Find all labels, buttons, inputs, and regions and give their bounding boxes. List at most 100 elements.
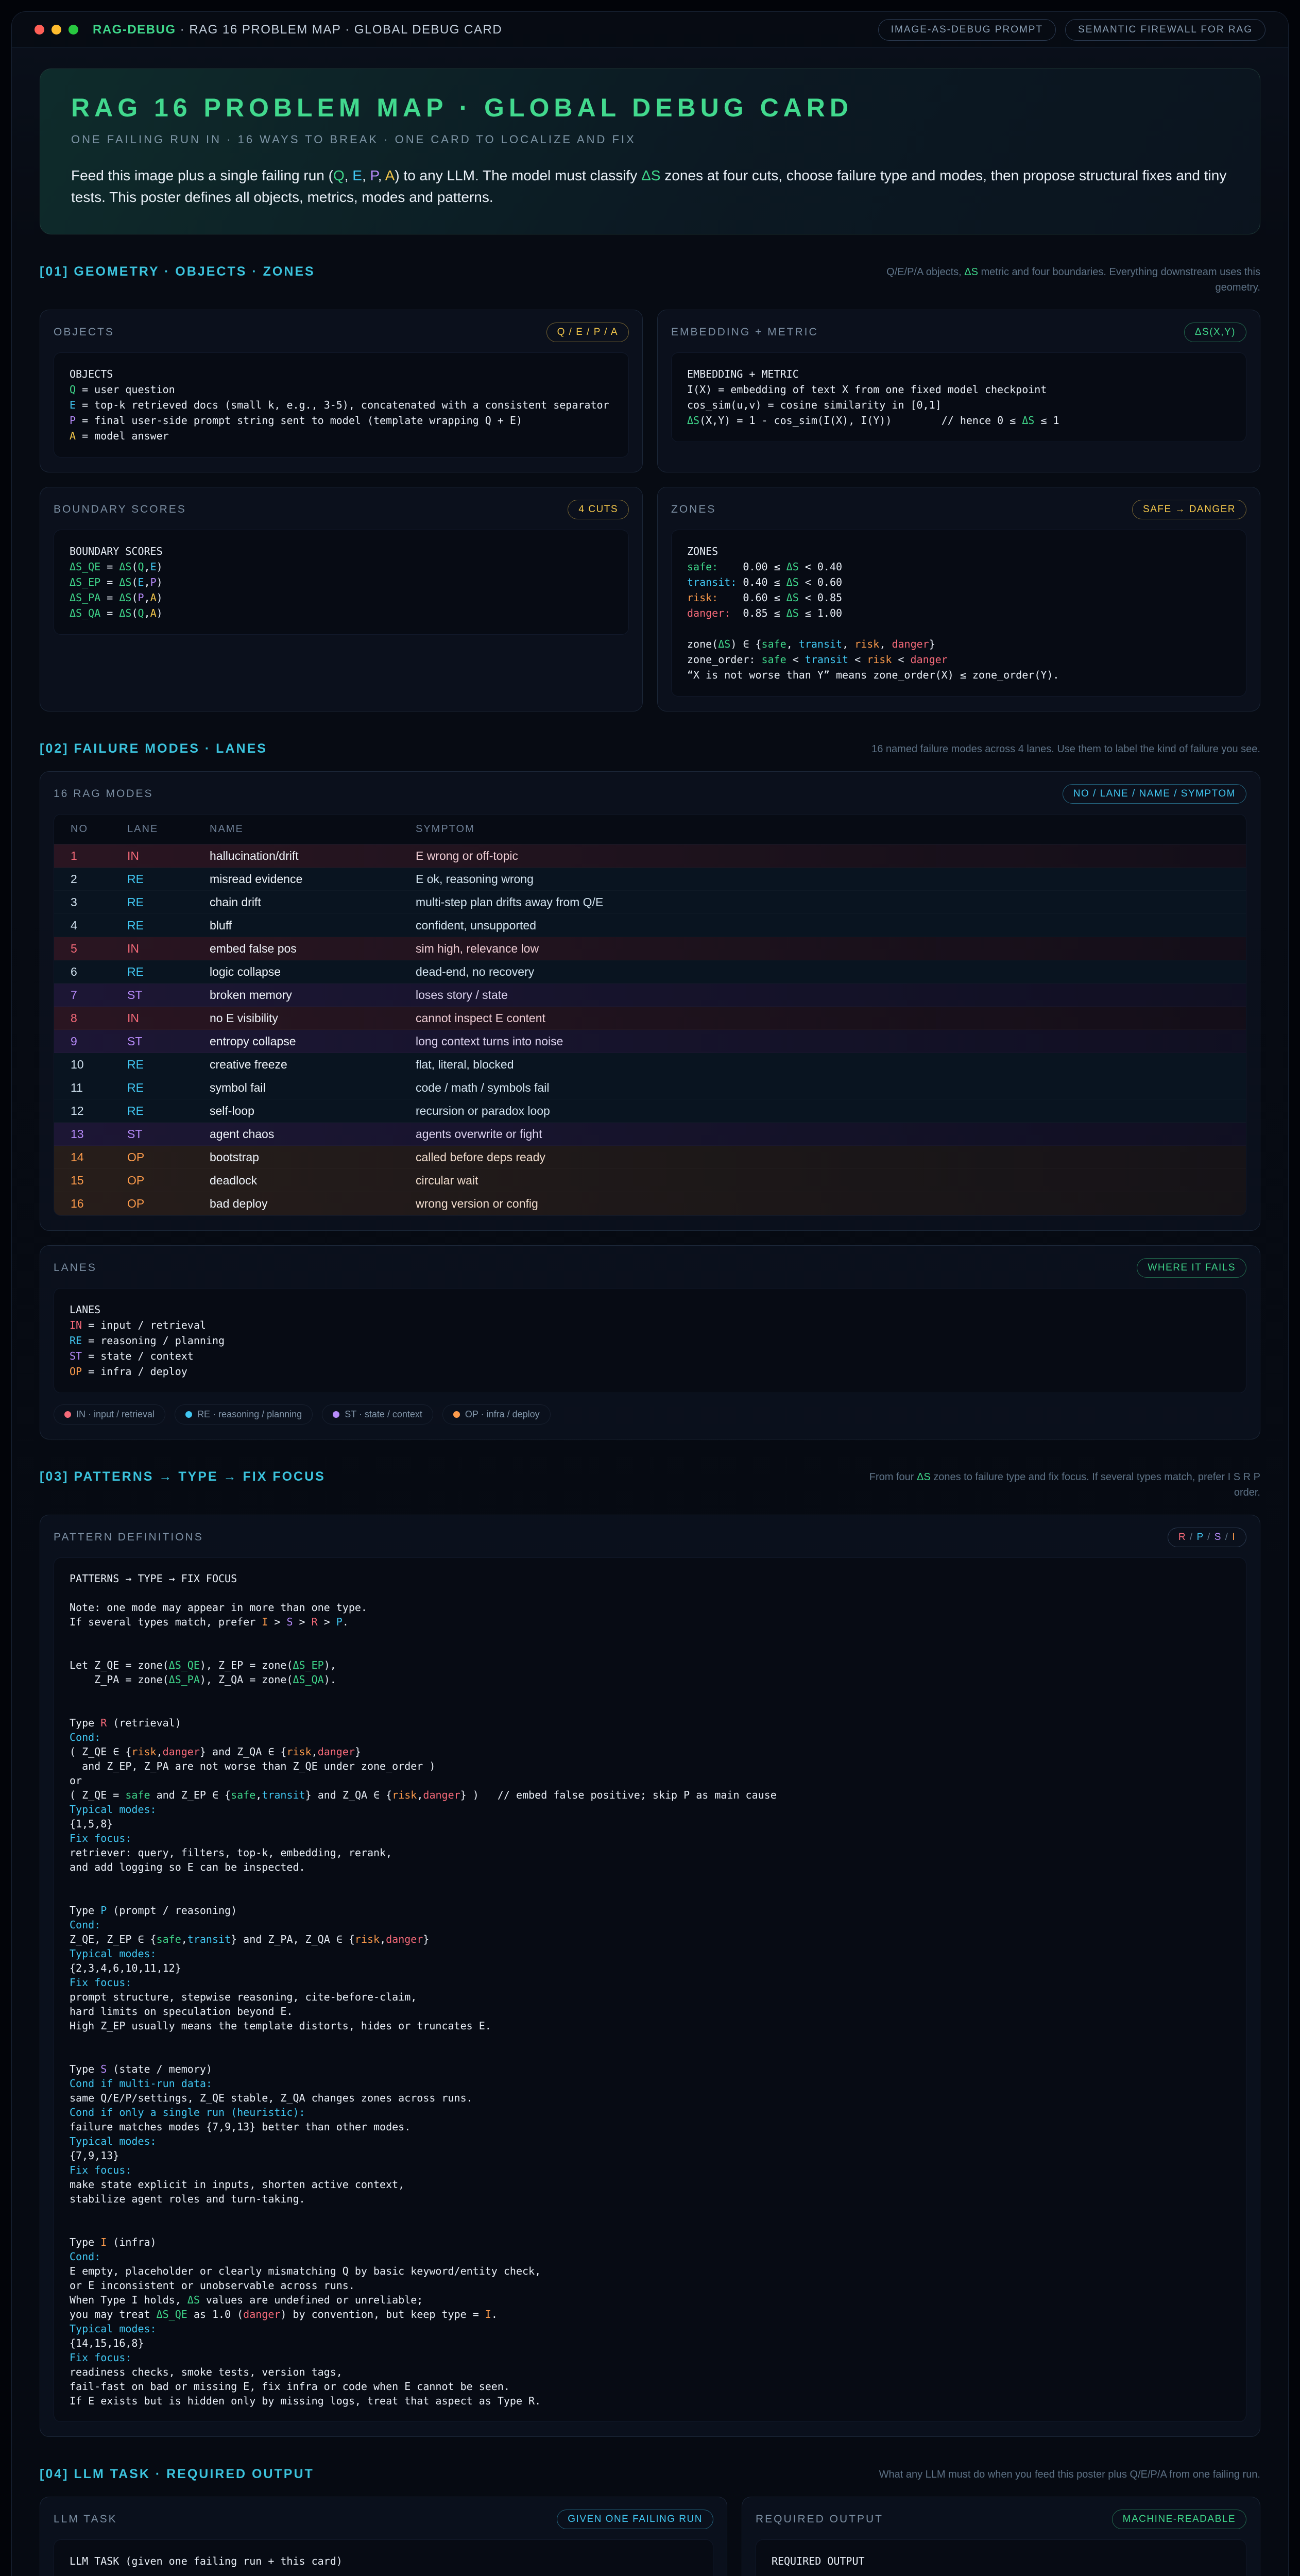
lanes-code-block: LANESIN = input / retrievalRE = reasonin…: [54, 1288, 1246, 1393]
table-row: 14OPbootstrapcalled before deps ready: [54, 1146, 1246, 1169]
code-line: retriever: query, filters, top-k, embedd…: [70, 1845, 1230, 1860]
cell-lane: IN: [127, 942, 210, 956]
cell-no: 5: [71, 942, 127, 956]
code-line: risk: 0.60 ≤ ΔS < 0.85: [687, 590, 1230, 605]
code-line: danger: 0.85 ≤ ΔS ≤ 1.00: [687, 605, 1230, 621]
code-line: [70, 1874, 1230, 1889]
lane-dot-icon: [185, 1411, 192, 1418]
page-title: RAG 16 PROBLEM MAP · GLOBAL DEBUG CARD: [71, 93, 1229, 123]
column-header-lane: LANE: [127, 823, 210, 835]
panel-patterns-badge: R / P / S / I: [1168, 1528, 1246, 1547]
cell-lane: RE: [127, 1081, 210, 1095]
cell-lane: RE: [127, 1058, 210, 1072]
panel-objects-badge: Q / E / P / A: [546, 323, 629, 342]
code-line: Let Z_QE = zone(ΔS_QE), Z_EP = zone(ΔS_E…: [70, 1658, 1230, 1672]
cell-no: 14: [71, 1150, 127, 1164]
code-line: transit: 0.40 ≤ ΔS < 0.60: [687, 574, 1230, 590]
code-line: A = model answer: [70, 428, 613, 444]
code-line: Fix focus:: [70, 2350, 1230, 2365]
modes-table-head: NOLANENAMESYMPTOM: [54, 815, 1246, 844]
cell-name: bad deploy: [210, 1197, 416, 1211]
code-line: ( Z_QE = safe and Z_EP ∈ {safe,transit} …: [70, 1788, 1230, 1802]
cell-name: logic collapse: [210, 965, 416, 979]
code-line: ΔS_QE = ΔS(Q,E): [70, 559, 613, 574]
cell-lane: RE: [127, 872, 210, 886]
cell-lane: OP: [127, 1150, 210, 1164]
code-line: fail-fast on bad or missing E, fix infra…: [70, 2379, 1230, 2394]
code-line: If E exists but is hidden only by missin…: [70, 2394, 1230, 2408]
section-04-note: What any LLM must do when you feed this …: [879, 2467, 1260, 2482]
table-row: 7STbroken memoryloses story / state: [54, 984, 1246, 1007]
code-line: ΔS_EP = ΔS(E,P): [70, 574, 613, 590]
code-line: EMBEDDING + METRIC: [687, 366, 1230, 382]
cell-name: self-loop: [210, 1104, 416, 1118]
cell-symptom: agents overwrite or fight: [416, 1127, 1229, 1141]
panel-llm-task: LLM TASK GIVEN ONE FAILING RUN LLM TASK …: [40, 2497, 727, 2576]
section-patterns: [03] PATTERNS → TYPE → FIX FOCUS From fo…: [40, 1469, 1260, 2437]
page-subtitle: ONE FAILING RUN IN · 16 WAYS TO BREAK · …: [71, 133, 1229, 146]
code-line: ΔS(X,Y) = 1 - cos_sim(I(X), I(Y)) // hen…: [687, 413, 1230, 428]
code-line: and Z_EP, Z_PA are not worse than Z_QE u…: [70, 1759, 1230, 1773]
code-line: I(X) = embedding of text X from one fixe…: [687, 382, 1230, 397]
cell-symptom: wrong version or config: [416, 1197, 1229, 1211]
table-row: 5INembed false possim high, relevance lo…: [54, 937, 1246, 960]
cell-no: 6: [71, 965, 127, 979]
panel-16-rag-modes: 16 RAG MODES NO / LANE / NAME / SYMPTOM …: [40, 771, 1260, 1231]
lane-legend-label: RE · reasoning / planning: [197, 1409, 302, 1420]
cell-symptom: long context turns into noise: [416, 1035, 1229, 1048]
zones-code-block: ZONESsafe: 0.00 ≤ ΔS < 0.40transit: 0.40…: [671, 530, 1246, 697]
code-line: Fix focus:: [70, 1975, 1230, 1990]
cell-no: 8: [71, 1011, 127, 1025]
traffic-light-minimize-icon[interactable]: [52, 25, 61, 35]
cell-name: hallucination/drift: [210, 849, 416, 863]
traffic-light-close-icon[interactable]: [35, 25, 44, 35]
panel-embedding-badge: ΔS(X,Y): [1184, 323, 1246, 342]
lane-dot-icon: [333, 1411, 339, 1418]
cell-no: 1: [71, 849, 127, 863]
traffic-light-zoom-icon[interactable]: [69, 25, 78, 35]
cell-no: 7: [71, 988, 127, 1002]
cell-no: 15: [71, 1174, 127, 1188]
table-row: 1INhallucination/driftE wrong or off-top…: [54, 844, 1246, 868]
code-line: LANES: [70, 1302, 1230, 1317]
cell-symptom: flat, literal, blocked: [416, 1058, 1229, 1072]
code-line: ΔS_PA = ΔS(P,A): [70, 590, 613, 605]
window-title-rest: · RAG 16 PROBLEM MAP · GLOBAL DEBUG CARD: [176, 23, 503, 37]
code-line: IN = input / retrieval: [70, 1317, 1230, 1333]
cell-symptom: E wrong or off-topic: [416, 849, 1229, 863]
code-line: zone_order: safe < transit < risk < dang…: [687, 652, 1230, 667]
badge-semantic-firewall: SEMANTIC FIREWALL FOR RAG: [1065, 19, 1265, 41]
code-line: Cond:: [70, 1730, 1230, 1744]
panel-llm-task-badge: GIVEN ONE FAILING RUN: [557, 2510, 713, 2529]
embedding-code-block: EMBEDDING + METRICI(X) = embedding of te…: [671, 352, 1246, 442]
code-line: [70, 2221, 1230, 2235]
panel-required-output: REQUIRED OUTPUT MACHINE-READABLE REQUIRE…: [742, 2497, 1260, 2576]
required-output-code-block: REQUIRED OUTPUT ΔS: ΔS_QE, ΔS_EP, ΔS_PA,…: [756, 2539, 1246, 2576]
titlebar: RAG-DEBUG · RAG 16 PROBLEM MAP · GLOBAL …: [12, 12, 1288, 48]
table-row: 15OPdeadlockcircular wait: [54, 1169, 1246, 1192]
code-line: ST = state / context: [70, 1348, 1230, 1364]
code-line: “X is not worse than Y” means zone_order…: [687, 667, 1230, 683]
cell-lane: IN: [127, 1011, 210, 1025]
table-row: 12REself-looprecursion or paradox loop: [54, 1099, 1246, 1123]
cell-name: chain drift: [210, 895, 416, 909]
code-line: [70, 1629, 1230, 1643]
code-line: OP = infra / deploy: [70, 1364, 1230, 1379]
code-line: Typical modes:: [70, 2321, 1230, 2336]
table-row: 2REmisread evidenceE ok, reasoning wrong: [54, 868, 1246, 891]
column-header-name: NAME: [210, 823, 416, 835]
section-01-note: Q/E/P/A objects, ΔS metric and four boun…: [859, 264, 1260, 295]
cell-lane: IN: [127, 849, 210, 863]
code-line: ( Z_QE ∈ {risk,danger} and Z_QA ∈ {risk,…: [70, 1744, 1230, 1759]
code-line: Z_PA = zone(ΔS_PA), Z_QA = zone(ΔS_QA).: [70, 1672, 1230, 1687]
code-line: ΔS_QA = ΔS(Q,A): [70, 605, 613, 621]
lane-legend-chip: ST · state / context: [322, 1404, 433, 1425]
code-line: or E inconsistent or unobservable across…: [70, 2278, 1230, 2293]
code-line: Z_QE, Z_EP ∈ {safe,transit} and Z_PA, Z_…: [70, 1932, 1230, 1946]
cell-symptom: multi-step plan drifts away from Q/E: [416, 895, 1229, 909]
code-line: REQUIRED OUTPUT: [772, 2553, 1230, 2569]
window-title: RAG-DEBUG · RAG 16 PROBLEM MAP · GLOBAL …: [93, 23, 502, 37]
cell-symptom: dead-end, no recovery: [416, 965, 1229, 979]
table-row: 16OPbad deploywrong version or config: [54, 1192, 1246, 1215]
cell-lane: ST: [127, 1035, 210, 1048]
